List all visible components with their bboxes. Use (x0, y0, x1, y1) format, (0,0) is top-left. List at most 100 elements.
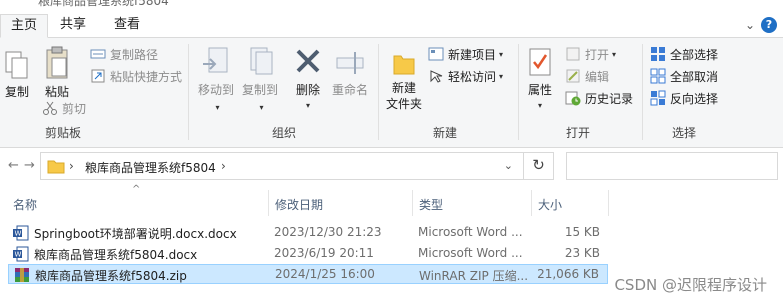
new-folder-button[interactable]: 新建 文件夹 (383, 48, 425, 112)
refresh-icon: ↻ (532, 156, 545, 174)
file-name: Springboot环境部署说明.docx.docx (34, 227, 237, 241)
properties-icon (529, 48, 551, 76)
new-item-button[interactable]: 新建项目 ▾ (428, 44, 503, 64)
move-to-button[interactable]: 移动到 ▾ (196, 46, 236, 116)
move-to-label: 移动到 (197, 83, 234, 97)
new-folder-label-line2: 文件夹 (385, 97, 422, 111)
ribbon-collapse-chevron-icon[interactable]: ⌄ (745, 18, 755, 32)
refresh-button[interactable]: ↻ (523, 152, 553, 180)
move-to-icon (203, 47, 228, 73)
dropdown-arrow-icon: ▾ (499, 71, 504, 81)
select-none-icon (650, 68, 666, 84)
paste-label: 粘贴 (44, 85, 69, 99)
breadcrumb-current-folder[interactable]: 粮库商品管理系统f5804 (85, 159, 216, 176)
breadcrumb-chevron-icon[interactable]: › (221, 159, 226, 173)
winrar-archive-icon (15, 268, 29, 282)
new-folder-label-line1: 新建 (391, 81, 416, 95)
column-header-date[interactable]: 修改日期 (275, 196, 323, 213)
column-divider[interactable] (608, 190, 609, 216)
help-icon[interactable]: ? (761, 17, 777, 33)
invert-selection-button[interactable]: 反向选择 (650, 88, 718, 108)
word-doc-icon: W (13, 225, 29, 241)
file-name: 粮库商品管理系统f5804.docx (34, 248, 198, 262)
copy-label: 复制 (4, 85, 29, 99)
invert-selection-label: 反向选择 (670, 91, 719, 106)
file-type: WinRAR ZIP 压缩... (419, 269, 529, 283)
history-button[interactable]: 历史记录 (565, 88, 633, 108)
file-date: 2023/6/19 20:11 (274, 246, 374, 260)
history-clock-icon (565, 91, 581, 106)
dropdown-arrow-icon: ▾ (612, 49, 617, 59)
paste-icon (46, 46, 68, 79)
paste-button[interactable]: 粘贴 (40, 44, 74, 100)
title-bar: 粮库商品管理系统f5804 (0, 0, 783, 8)
breadcrumb-chevron-icon[interactable]: › (69, 159, 74, 173)
paste-shortcut-button[interactable]: 粘贴快捷方式 (90, 66, 182, 86)
column-header-size[interactable]: 大小 (538, 196, 562, 213)
paste-shortcut-icon (91, 69, 105, 83)
file-row[interactable]: W 粮库商品管理系统f5804.docx 2023/6/19 20:11 Mic… (8, 244, 608, 264)
file-date: 2023/12/30 21:23 (274, 225, 382, 239)
column-divider[interactable] (268, 190, 269, 216)
dropdown-arrow-icon: ▾ (215, 103, 220, 112)
file-list-header: 名称 修改日期 类型 大小 (0, 190, 783, 216)
search-input[interactable] (566, 152, 778, 180)
copy-path-icon (90, 49, 106, 59)
column-header-name[interactable]: 名称 (13, 196, 37, 213)
properties-button[interactable]: 属性 ▾ (522, 46, 558, 114)
tab-home[interactable]: 主页 (0, 14, 49, 38)
select-all-icon (651, 47, 665, 61)
edit-button[interactable]: 编辑 (565, 66, 609, 86)
cut-label: 剪切 (62, 101, 87, 116)
svg-text:W: W (15, 230, 22, 238)
new-item-label: 新建项目 (448, 47, 497, 62)
paste-shortcut-label: 粘贴快捷方式 (110, 69, 183, 84)
easy-access-button[interactable]: 轻松访问 ▾ (428, 66, 503, 86)
cut-button[interactable]: 剪切 (42, 98, 86, 118)
address-bar-row: ← → › 粮库商品管理系统f5804 › ⌄ ↻ (0, 148, 783, 186)
file-row-selected[interactable]: 粮库商品管理系统f5804.zip 2024/1/25 16:00 WinRAR… (8, 264, 608, 284)
select-all-button[interactable]: 全部选择 (650, 44, 718, 64)
organize-group-label: 组织 (272, 126, 297, 140)
tab-share[interactable]: 共享 (50, 14, 96, 38)
file-row[interactable]: W Springboot环境部署说明.docx.docx 2023/12/30 … (8, 223, 608, 243)
back-arrow-icon[interactable]: ← (8, 158, 19, 173)
address-bar[interactable]: › 粮库商品管理系统f5804 › ⌄ (40, 152, 554, 180)
copy-button[interactable]: 复制 (2, 48, 32, 100)
rename-label: 重命名 (331, 83, 368, 97)
dropdown-arrow-icon: ▾ (305, 101, 310, 110)
file-type: Microsoft Word ... (418, 225, 523, 239)
new-item-icon (428, 47, 444, 61)
ribbon-separator (188, 44, 189, 140)
open-label: 打开 (585, 47, 610, 62)
select-all-label: 全部选择 (670, 47, 719, 62)
edit-icon (566, 69, 580, 83)
file-size: 23 KB (564, 246, 600, 260)
file-name: 粮库商品管理系统f5804.zip (35, 269, 187, 283)
ribbon: 复制 粘贴 复制路径 粘贴快捷方式 剪切 剪贴板 移动到▾ 复制到▾ 删除 ▾ … (0, 38, 783, 148)
delete-label: 删除 (295, 83, 320, 97)
copy-path-label: 复制路径 (110, 47, 159, 62)
open-button[interactable]: 打开 ▾ (565, 44, 616, 64)
column-divider[interactable] (531, 190, 532, 216)
column-header-type[interactable]: 类型 (419, 196, 443, 213)
word-doc-icon: W (13, 246, 29, 262)
select-none-button[interactable]: 全部取消 (650, 66, 718, 86)
delete-button[interactable]: 删除 ▾ (292, 46, 324, 114)
tab-view[interactable]: 查看 (104, 14, 150, 38)
dropdown-arrow-icon: ▾ (499, 49, 504, 59)
rename-icon (336, 52, 364, 74)
column-divider[interactable] (412, 190, 413, 216)
forward-arrow-icon[interactable]: → (24, 158, 35, 173)
rename-button[interactable]: 重命名 (330, 46, 370, 98)
dropdown-arrow-icon: ▾ (537, 101, 542, 110)
file-size: 21,066 KB (537, 267, 599, 281)
csdn-watermark: CSDN @迟限程序设计 (614, 276, 767, 294)
copy-to-button[interactable]: 复制到 ▾ (240, 46, 280, 116)
select-none-label: 全部取消 (670, 69, 719, 84)
copy-icon (5, 51, 28, 79)
select-group-label: 选择 (672, 126, 697, 140)
properties-label: 属性 (527, 83, 552, 97)
copy-path-button[interactable]: 复制路径 (90, 44, 158, 64)
address-dropdown-icon[interactable]: ⌄ (504, 159, 513, 172)
